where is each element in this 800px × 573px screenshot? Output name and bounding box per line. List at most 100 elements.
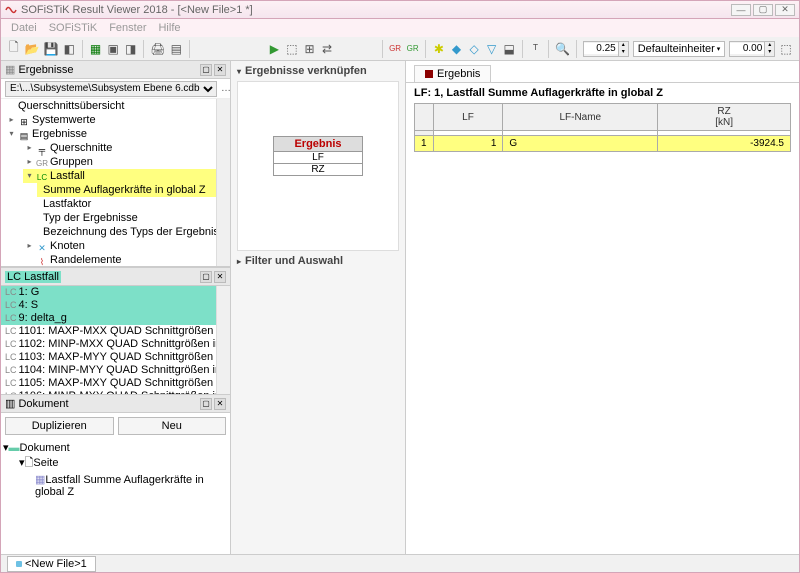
- tool-icon-12[interactable]: ⊞: [303, 40, 317, 58]
- tool-icon-14[interactable]: ✱: [432, 40, 446, 58]
- tool-icon-16[interactable]: ◇: [467, 40, 481, 58]
- tree-scrollbar[interactable]: [216, 99, 230, 266]
- lc-scrollbar[interactable]: [216, 286, 230, 394]
- middle-panel: ▾Ergebnisse verknüpfen Ergebnis LF RZ ▸F…: [231, 61, 406, 554]
- lc-list[interactable]: LC1: G LC4: S LC9: delta_g LC1101: MAXP-…: [1, 286, 230, 394]
- print-icon[interactable]: 🖨: [150, 40, 165, 58]
- result-area: Ergebnis LF: 1, Lastfall Summe Auflagerk…: [406, 61, 799, 554]
- tool-icon-15[interactable]: ◆: [450, 40, 464, 58]
- spin-2[interactable]: ▴▾: [729, 41, 775, 57]
- menu-fenster[interactable]: Fenster: [109, 22, 146, 34]
- file-tab[interactable]: <New File>1: [7, 556, 96, 572]
- panel-btn-2[interactable]: ✕: [214, 64, 226, 76]
- col-lfname[interactable]: LF-Name: [503, 104, 658, 131]
- file-tab-icon: [16, 561, 22, 567]
- tool-icon-5[interactable]: ▦: [89, 40, 103, 58]
- panel-btn-1[interactable]: ▢: [200, 64, 212, 76]
- path-select[interactable]: E:\...\Subsysteme\Subsystem Ebene 6.cdb: [5, 81, 217, 97]
- menu-hilfe[interactable]: Hilfe: [158, 22, 180, 34]
- window-controls: — ▢ ✕: [731, 4, 795, 16]
- close-button[interactable]: ✕: [775, 4, 795, 16]
- doc-node-lastfall[interactable]: ▦Lastfall Summe Auflagerkräfte in global…: [3, 473, 228, 498]
- tree-querschnitte[interactable]: ▸╤Querschnitte: [23, 141, 230, 155]
- section-filter-auswahl[interactable]: ▸Filter und Auswahl: [231, 251, 405, 271]
- ergebnis-box-rz: RZ: [274, 164, 362, 175]
- tool-icon-10[interactable]: ▶: [268, 40, 282, 58]
- lc-item-4[interactable]: LC4: S: [1, 299, 230, 312]
- tool-icon-7[interactable]: ◨: [124, 40, 138, 58]
- app-logo-icon: [5, 4, 17, 16]
- tool-icon-9[interactable]: ▤: [169, 40, 183, 58]
- spin-1-input[interactable]: [584, 43, 618, 54]
- spin-2-input[interactable]: [730, 43, 764, 54]
- spin-1[interactable]: ▴▾: [583, 41, 629, 57]
- units-dropdown[interactable]: Defaulteinheiter▾: [633, 41, 726, 57]
- tool-icon-11[interactable]: ⬚: [285, 40, 299, 58]
- tree-systemwerte[interactable]: ▸⊞Systemwerte: [5, 113, 230, 127]
- ergebnis-box-lf: LF: [274, 152, 362, 164]
- gr-icon-2[interactable]: GR: [406, 40, 420, 58]
- new-icon[interactable]: 🗋: [7, 40, 21, 58]
- lc-item-1106[interactable]: LC1106: MINP-MXY QUAD Schnittgrößen in: [1, 390, 230, 394]
- file-tab-label: <New File>1: [25, 558, 87, 570]
- cell-lf: 1: [433, 136, 503, 152]
- col-lf[interactable]: LF: [433, 104, 503, 131]
- result-title: LF: 1, Lastfall Summe Auflagerkräfte in …: [406, 83, 799, 103]
- lc-item-9[interactable]: LC9: delta_g: [1, 312, 230, 325]
- tree-lastfall[interactable]: ▾LCLastfall: [23, 169, 230, 183]
- duplizieren-button[interactable]: Duplizieren: [5, 417, 114, 435]
- menu-bar: Datei SOFiSTiK Fenster Hilfe: [1, 19, 799, 37]
- menu-datei[interactable]: Datei: [11, 22, 37, 34]
- table-row[interactable]: 1 1 G -3924.5: [415, 136, 791, 152]
- doc-node-seite[interactable]: ▾🗋Seite: [3, 454, 228, 473]
- tree-ergebnisse[interactable]: ▾▤Ergebnisse: [5, 127, 230, 141]
- tree-querschnittsuebersicht[interactable]: Querschnittsübersicht: [5, 99, 230, 113]
- tree-typ-ergebnisse[interactable]: Typ der Ergebnisse: [41, 211, 230, 225]
- lc-item-1[interactable]: LC1: G: [1, 286, 230, 299]
- tree-randelemente[interactable]: ⌇Randelemente: [23, 253, 230, 267]
- lc-item-1105[interactable]: LC1105: MAXP-MXY QUAD Schnittgrößen in: [1, 377, 230, 390]
- doc-node-dokument[interactable]: ▾▬Dokument: [3, 441, 228, 454]
- col-index: [415, 104, 434, 131]
- section-ergebnisse-verknuepfen[interactable]: ▾Ergebnisse verknüpfen: [231, 61, 405, 81]
- zoom-icon[interactable]: 🔍: [555, 40, 570, 58]
- tool-icon-18[interactable]: ⬓: [502, 40, 516, 58]
- path-icon-1[interactable]: …: [221, 80, 231, 98]
- dokument-label: Dokument: [18, 398, 68, 410]
- tool-icon-6[interactable]: ▣: [106, 40, 120, 58]
- tree-bezeichnung-typ[interactable]: Bezeichnung des Typs der Ergebnisse: [41, 225, 230, 239]
- gr-icon-1[interactable]: GR: [388, 40, 402, 58]
- document-tree[interactable]: ▾▬Dokument ▾🗋Seite ▦Lastfall Summe Aufla…: [1, 439, 230, 554]
- result-table: LF LF-Name RZ [kN] 1 1 G -3924.5: [414, 103, 791, 152]
- lc-item-1102[interactable]: LC1102: MINP-MXX QUAD Schnittgrößen in: [1, 338, 230, 351]
- lc-panel-btn-1[interactable]: ▢: [200, 271, 212, 283]
- col-rz[interactable]: RZ [kN]: [658, 104, 791, 131]
- lc-panel-header: LC Lastfall ▢✕: [1, 268, 230, 286]
- lc-item-1101[interactable]: LC1101: MAXP-MXX QUAD Schnittgrößen in: [1, 325, 230, 338]
- minimize-button[interactable]: —: [731, 4, 751, 16]
- lc-panel-btn-2[interactable]: ✕: [214, 271, 226, 283]
- tool-icon-13[interactable]: ⇄: [320, 40, 334, 58]
- tool-icon-17[interactable]: ▽: [485, 40, 499, 58]
- tree-lastfaktor[interactable]: Lastfaktor: [41, 197, 230, 211]
- ergebnisse-tree[interactable]: Querschnittsübersicht ▸⊞Systemwerte ▾▤Er…: [1, 99, 230, 267]
- lc-item-1104[interactable]: LC1104: MINP-MYY QUAD Schnittgrößen in: [1, 364, 230, 377]
- tool-icon-4[interactable]: ◧: [62, 40, 76, 58]
- tool-icon-19[interactable]: ᵀ: [529, 40, 543, 58]
- menu-sofistik[interactable]: SOFiSTiK: [49, 22, 98, 34]
- maximize-button[interactable]: ▢: [753, 4, 773, 16]
- lc-item-1103[interactable]: LC1103: MAXP-MYY QUAD Schnittgrößen in: [1, 351, 230, 364]
- tab-ergebnis[interactable]: Ergebnis: [414, 65, 491, 82]
- tool-icon-end[interactable]: ⬚: [779, 40, 793, 58]
- doc-panel-btn-2[interactable]: ✕: [214, 398, 226, 410]
- ergebnis-box[interactable]: Ergebnis LF RZ: [273, 136, 363, 176]
- save-icon[interactable]: 💾: [44, 40, 59, 58]
- tab-ergebnis-icon: [425, 70, 433, 78]
- cell-lfname: G: [503, 136, 658, 152]
- doc-panel-btn-1[interactable]: ▢: [200, 398, 212, 410]
- open-icon[interactable]: 📂: [25, 40, 40, 58]
- neu-button[interactable]: Neu: [118, 417, 227, 435]
- tree-gruppen[interactable]: ▸GRGruppen: [23, 155, 230, 169]
- tree-summe-auflager[interactable]: Summe Auflagerkräfte in global Z: [41, 183, 230, 197]
- tree-knoten[interactable]: ▸✕Knoten: [23, 239, 230, 253]
